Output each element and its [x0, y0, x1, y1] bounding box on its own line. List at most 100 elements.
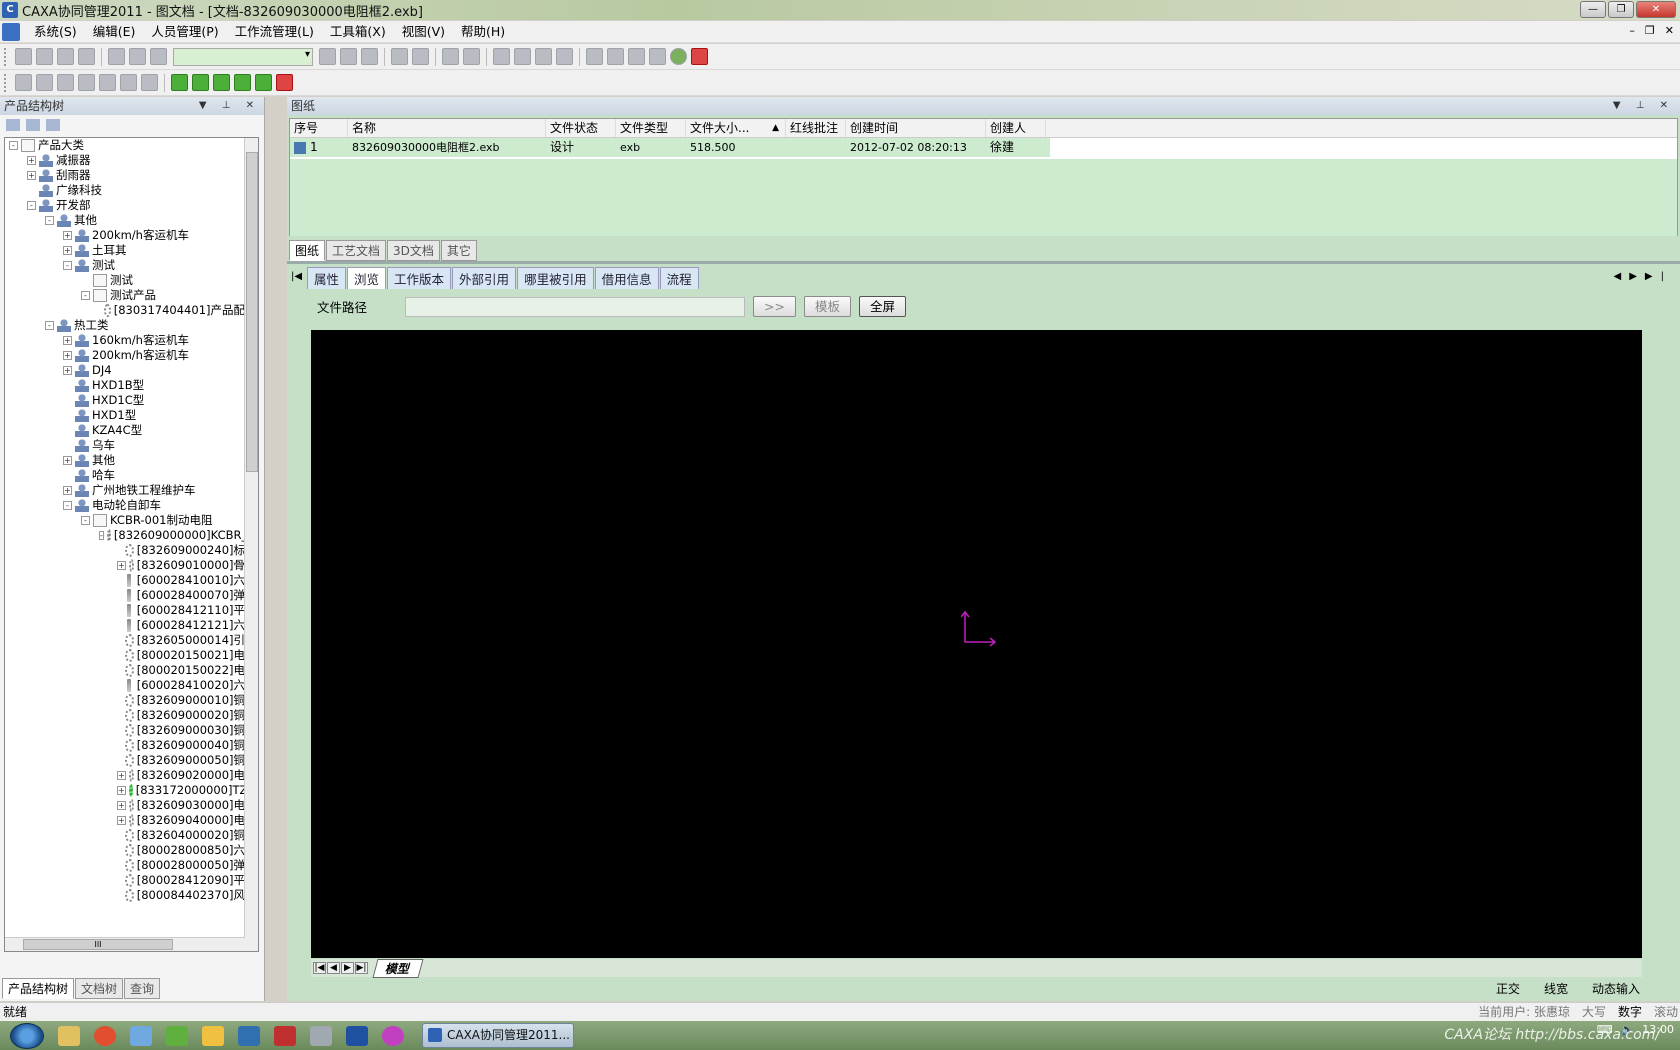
delete-list-icon[interactable]	[276, 74, 293, 91]
menu-view[interactable]: 视图(V)	[394, 21, 453, 43]
tab-external-refs[interactable]: 外部引用	[452, 267, 517, 289]
user-group-icon[interactable]	[514, 48, 531, 65]
splitter[interactable]	[287, 261, 1680, 264]
mdi-restore-icon[interactable]: ❐	[1645, 24, 1655, 37]
nav-next-icon[interactable]: ▶	[341, 962, 354, 974]
close-button[interactable]: ✕	[1636, 1, 1676, 18]
tree-node[interactable]: + 其他	[5, 453, 245, 468]
menu-workflow[interactable]: 工作流管理(L)	[227, 21, 322, 43]
expand-icon[interactable]: +	[27, 171, 36, 180]
expand-icon[interactable]: +	[117, 801, 126, 810]
lineweight-toggle[interactable]: 线宽	[1544, 980, 1568, 997]
media-icon[interactable]	[382, 1025, 404, 1046]
tree-node[interactable]: [600028412121]六	[5, 618, 245, 633]
tree-node[interactable]: [832609000010]铜	[5, 693, 245, 708]
tree-node[interactable]: + [832609030000]电	[5, 798, 245, 813]
app-green-icon[interactable]	[166, 1025, 188, 1046]
collapse-icon[interactable]: -	[63, 261, 72, 270]
minimize-button[interactable]: —	[1580, 1, 1606, 18]
col-header-created[interactable]: 创建时间	[846, 119, 986, 137]
tab-browse[interactable]: 浏览	[347, 267, 387, 289]
menu-personnel[interactable]: 人员管理(P)	[143, 21, 226, 43]
expand-icon[interactable]: +	[63, 456, 72, 465]
cut-icon[interactable]	[108, 48, 125, 65]
tree-node[interactable]: + [832609010000]骨	[5, 558, 245, 573]
tree-node[interactable]: +160km/h客运机车	[5, 333, 245, 348]
dynamic-input-toggle[interactable]: 动态输入	[1592, 980, 1640, 997]
tree-refresh-icon[interactable]	[99, 74, 116, 91]
tree-node[interactable]: [800084402370]风	[5, 888, 245, 903]
comment-icon[interactable]	[361, 48, 378, 65]
menu-edit[interactable]: 编辑(E)	[85, 21, 144, 43]
tree-node[interactable]: +200km/h客运机车	[5, 348, 245, 363]
flow-icon[interactable]	[586, 48, 603, 65]
tab-workflow[interactable]: 流程	[659, 267, 699, 289]
user-remove-icon[interactable]	[556, 48, 573, 65]
tree-node[interactable]: [800028000050]弹	[5, 858, 245, 873]
tree-node[interactable]: 乌车	[5, 438, 245, 453]
tree-hscrollbar[interactable]: III	[5, 937, 245, 951]
template-button[interactable]: 模板	[803, 296, 851, 317]
tree-node[interactable]: [832609000040]铜	[5, 738, 245, 753]
col-header-size[interactable]: 文件大小... ▲	[686, 119, 786, 137]
doc-open-icon[interactable]	[36, 48, 53, 65]
tree-hscroll-thumb[interactable]: III	[23, 939, 173, 950]
release-icon[interactable]	[442, 48, 459, 65]
notepad-icon[interactable]	[310, 1025, 332, 1046]
move-down-icon[interactable]	[213, 74, 230, 91]
tree-node[interactable]: [600028410020]六	[5, 678, 245, 693]
menu-system[interactable]: 系统(S)	[26, 21, 85, 43]
network-icon[interactable]	[238, 1025, 260, 1046]
toolbar-grip[interactable]	[4, 47, 7, 66]
tree-node[interactable]: [600028400070]弹	[5, 588, 245, 603]
doc-print-icon[interactable]	[78, 48, 95, 65]
expand-icon[interactable]: +	[63, 246, 72, 255]
tree-node[interactable]: - 电动轮自卸车	[5, 498, 245, 513]
revise-icon[interactable]	[463, 48, 480, 65]
tree-node[interactable]: 广缘科技	[5, 183, 245, 198]
tab-3d-docs[interactable]: 3D文档	[387, 240, 440, 261]
user-icon[interactable]	[493, 48, 510, 65]
ortho-toggle[interactable]: 正交	[1496, 980, 1520, 997]
panel-controls[interactable]: ▼ ⊥ ✕	[199, 97, 260, 115]
tree-vscrollbar[interactable]	[244, 138, 258, 951]
nav-first-icon[interactable]: |◀	[313, 962, 326, 974]
tab-product-tree[interactable]: 产品结构树	[2, 978, 75, 999]
tree-node[interactable]: - KCBR-001制动电阻	[5, 513, 245, 528]
collapse-icon[interactable]: -	[99, 531, 104, 540]
move-bottom-icon[interactable]	[234, 74, 251, 91]
tree-filter-icon[interactable]	[26, 119, 40, 131]
doc-new-icon[interactable]	[15, 48, 32, 65]
explorer-icon[interactable]	[58, 1025, 80, 1046]
tree-node[interactable]: + 土耳其	[5, 243, 245, 258]
tab-borrow-info[interactable]: 借用信息	[594, 267, 659, 289]
copy-icon[interactable]	[129, 48, 146, 65]
flow-edit-icon[interactable]	[607, 48, 624, 65]
collapse-icon[interactable]: -	[45, 321, 54, 330]
tree-node[interactable]: - 开发部	[5, 198, 245, 213]
maximize-button[interactable]: ❐	[1608, 1, 1634, 18]
tree-node[interactable]: - 其他	[5, 213, 245, 228]
tree-export-icon[interactable]	[141, 74, 158, 91]
doc-save-icon[interactable]	[57, 48, 74, 65]
move-up-icon[interactable]	[192, 74, 209, 91]
tree-node[interactable]: [600028412110]平	[5, 603, 245, 618]
flow-stop-icon[interactable]	[649, 48, 666, 65]
tree-node[interactable]: HXD1C型	[5, 393, 245, 408]
col-header-status[interactable]: 文件状态	[546, 119, 616, 137]
tree-node[interactable]: KZA4C型	[5, 423, 245, 438]
tree-node[interactable]: + [832609020000]电	[5, 768, 245, 783]
col-header-index[interactable]: 序号	[290, 119, 348, 137]
toolbar-combo[interactable]	[173, 47, 313, 66]
tab-query[interactable]: 查询	[124, 978, 161, 999]
collapse-icon[interactable]: -	[45, 216, 54, 225]
wps-icon[interactable]	[274, 1025, 296, 1046]
tree-node[interactable]: [600028410010]六	[5, 573, 245, 588]
drawing-viewer[interactable]	[311, 330, 1642, 958]
tree-node[interactable]: - 产品大类	[5, 138, 245, 153]
word-icon[interactable]	[346, 1025, 368, 1046]
mail-icon[interactable]	[202, 1025, 224, 1046]
expand-icon[interactable]: +	[63, 351, 72, 360]
tree-node[interactable]: + 广州地铁工程维护车	[5, 483, 245, 498]
tree-node[interactable]: - 热工类	[5, 318, 245, 333]
